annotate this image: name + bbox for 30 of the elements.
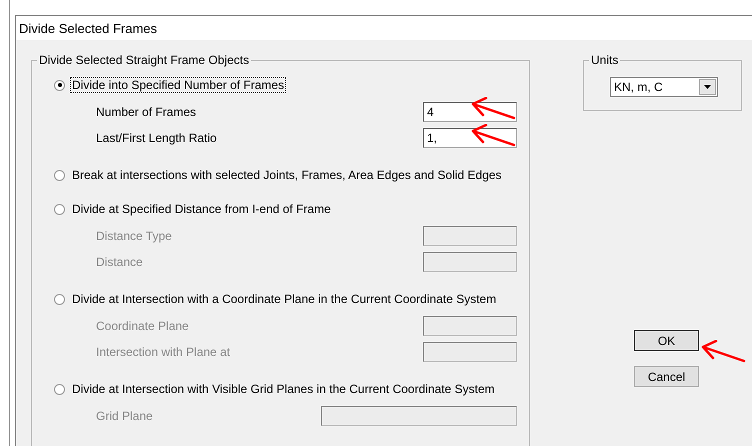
field-label: Last/First Length Ratio	[96, 131, 217, 145]
field-label: Intersection with Plane at	[96, 345, 230, 359]
radio-button[interactable]	[54, 204, 65, 214]
field-label: Distance	[96, 255, 143, 269]
cancel-button[interactable]: Cancel	[634, 366, 699, 387]
option-label[interactable]: Divide at Intersection with a Coordinate Plane in the Current Coordinate System	[70, 291, 498, 307]
group-title: Divide Selected Straight Frame Objects	[37, 53, 252, 67]
option-label[interactable]: Break at intersections with selected Joints, Frames, Area Edges and Solid Edges	[70, 167, 504, 183]
radio-button[interactable]	[54, 294, 65, 304]
radio-button[interactable]	[54, 384, 65, 394]
input-field[interactable]: 4	[423, 102, 517, 122]
option-label[interactable]: Divide at Specified Distance from I-end of Frame	[70, 201, 333, 217]
field-label: Grid Plane	[96, 409, 153, 423]
group-title: Units	[589, 53, 620, 67]
option-label[interactable]: Divide at Intersection with Visible Grid Planes in the Current Coordinate System	[70, 381, 497, 397]
input-field[interactable]: 1,	[423, 128, 517, 148]
ok-button[interactable]: OK	[634, 330, 699, 351]
radio-button[interactable]	[54, 80, 65, 90]
units-dropdown[interactable]: KN, m, C	[610, 77, 718, 97]
field-label: Distance Type	[96, 229, 172, 243]
annotation-arrow	[472, 97, 516, 120]
field-label: Number of Frames	[96, 105, 196, 119]
window-title: Divide Selected Frames	[19, 20, 157, 36]
option-label[interactable]: Divide into Specified Number of Frames	[70, 77, 286, 93]
field-label: Coordinate Plane	[96, 319, 189, 333]
annotation-arrow	[472, 124, 516, 146]
dropdown-value: KN, m, C	[614, 80, 663, 94]
radio-button[interactable]	[54, 170, 65, 180]
annotation-arrow	[702, 340, 746, 362]
caret-icon	[704, 85, 711, 89]
